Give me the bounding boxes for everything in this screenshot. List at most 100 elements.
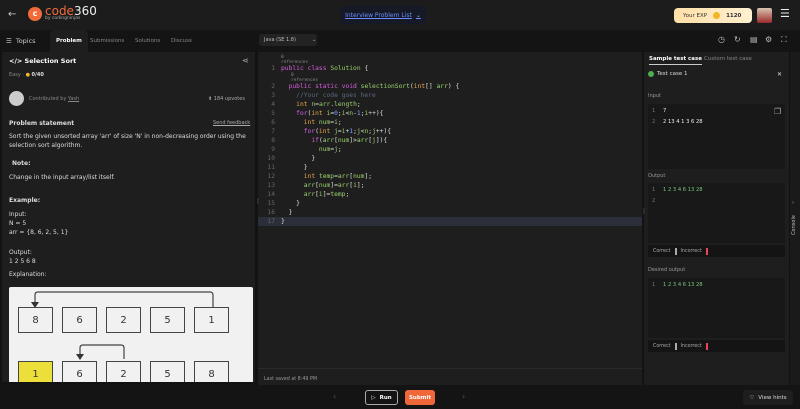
line-number: 7 bbox=[271, 128, 275, 135]
code-line[interactable]: 14 arr[i]=temp; bbox=[258, 190, 642, 199]
tab-solutions[interactable]: Solutions bbox=[135, 30, 160, 52]
tab-custom-test-case[interactable]: Custom test case bbox=[704, 56, 752, 62]
layout-icon[interactable]: ▤ bbox=[750, 35, 758, 44]
tab-problem[interactable]: Problem bbox=[50, 30, 88, 52]
test-panel: Sample test case Custom test case Test c… bbox=[644, 52, 789, 385]
share-icon[interactable]: ⋖ bbox=[242, 56, 249, 65]
array-cell: 8 bbox=[18, 307, 53, 333]
coin-icon bbox=[713, 12, 721, 19]
code-line[interactable]: 7 for(int j=i+1;j<n;j++){ bbox=[258, 127, 642, 136]
fullscreen-icon[interactable]: ⛶ bbox=[781, 35, 787, 45]
run-label: Run bbox=[379, 394, 392, 401]
code-line[interactable]: 3 //Your code goes here bbox=[258, 91, 642, 100]
example-heading: Example: bbox=[9, 197, 41, 204]
note-text: Change in the input array/list itself. bbox=[9, 174, 115, 181]
incorrect-marker bbox=[705, 247, 708, 255]
console-toggle[interactable]: › Console bbox=[790, 52, 800, 385]
send-feedback-link[interactable]: Send feedback bbox=[213, 120, 250, 126]
statement-heading: Problem statement bbox=[9, 120, 75, 127]
test-case-1[interactable]: Test case 1 bbox=[648, 71, 687, 77]
code-line[interactable]: 9 num=j; bbox=[258, 145, 642, 154]
code-text: if(arr[num]>arr[j]){ bbox=[311, 137, 388, 144]
hamburger-menu-icon[interactable]: ☰ bbox=[780, 8, 790, 19]
input-line: 7 bbox=[663, 108, 667, 114]
reset-icon[interactable]: ↻ bbox=[734, 35, 741, 44]
upvote-button[interactable]: ⬆ 184 upvotes bbox=[208, 96, 245, 102]
close-icon[interactable]: ✕ bbox=[777, 71, 782, 78]
lightbulb-icon: ♡ bbox=[749, 394, 755, 401]
tab-sample-test-case[interactable]: Sample test case bbox=[649, 56, 703, 65]
output-diff-legend: Correct Incorrect bbox=[648, 245, 785, 257]
code-line[interactable]: 11 } bbox=[258, 163, 642, 172]
resize-handle[interactable]: ⋮ bbox=[255, 199, 261, 205]
line-number: 12 bbox=[267, 173, 275, 180]
line-number: 1 bbox=[271, 65, 275, 72]
note-heading: Note: bbox=[12, 160, 31, 167]
incorrect-marker bbox=[705, 342, 708, 350]
code-line[interactable]: 5 for(int i=0;i<n-1;i++){ bbox=[258, 109, 642, 118]
code-line[interactable]: 4 int n=arr.length; bbox=[258, 100, 642, 109]
code-line[interactable]: 13 arr[num]=arr[i]; bbox=[258, 181, 642, 190]
play-icon: ▷ bbox=[371, 394, 376, 401]
code-line[interactable]: 1 public class Solution { bbox=[258, 64, 642, 73]
upvote-count: 184 upvotes bbox=[213, 96, 245, 102]
timer-icon[interactable]: ◷ bbox=[718, 35, 725, 44]
input-box[interactable]: 17 22 13 4 1 3 6 28 ❐ bbox=[648, 104, 785, 169]
problem-list-label: Interview Problem List bbox=[345, 11, 412, 19]
line-number: 6 bbox=[271, 119, 275, 126]
interview-problem-list-dropdown[interactable]: Interview Problem List ⌄ bbox=[340, 6, 426, 24]
run-button[interactable]: ▷ Run bbox=[365, 390, 398, 405]
line-number: 16 bbox=[267, 209, 275, 216]
array-cell: 6 bbox=[62, 361, 97, 382]
last-saved-status: Last saved at 8:49 PM bbox=[264, 377, 317, 382]
code-line[interactable]: 2 public static void selectionSort(int[]… bbox=[258, 82, 642, 91]
next-arrow-icon[interactable]: › bbox=[462, 392, 465, 401]
array-cell: 1 bbox=[194, 307, 229, 333]
code-line[interactable]: 17} bbox=[258, 217, 642, 226]
code-text: } bbox=[281, 155, 316, 162]
code-text: } bbox=[281, 200, 300, 207]
tab-submissions[interactable]: Submissions bbox=[90, 30, 124, 52]
previous-arrow-icon[interactable]: ‹ bbox=[333, 392, 336, 401]
statement-line: Sort the given unsorted array 'arr' of s… bbox=[9, 133, 246, 140]
code-editor[interactable]: 0 references 1 public class Solution {0 re… bbox=[258, 52, 642, 385]
code-line[interactable]: 6 int num=i; bbox=[258, 118, 642, 127]
copy-icon[interactable]: ❐ bbox=[774, 107, 781, 116]
settings-gear-icon[interactable]: ⚙ bbox=[765, 35, 772, 44]
line-number: 13 bbox=[267, 182, 275, 189]
view-hints-label: View hints bbox=[758, 394, 787, 401]
code-text: arr[num]=arr[i]; bbox=[303, 182, 365, 189]
code-line[interactable]: 16 } bbox=[258, 208, 642, 217]
view-hints-button[interactable]: ♡ View hints bbox=[743, 390, 793, 405]
code-line[interactable]: 15 } bbox=[258, 199, 642, 208]
code-text: } bbox=[281, 164, 308, 171]
correct-label: Correct bbox=[653, 248, 671, 254]
user-avatar[interactable] bbox=[757, 8, 772, 23]
code-line[interactable]: 12 int temp=arr[num]; bbox=[258, 172, 642, 181]
code-line[interactable]: 10 } bbox=[258, 154, 642, 163]
chevron-right-icon: › bbox=[792, 200, 794, 206]
submit-button[interactable]: Submit bbox=[405, 390, 435, 405]
array-cell: 5 bbox=[150, 307, 185, 333]
code-line[interactable]: 8 if(arr[num]>arr[j]){ bbox=[258, 136, 642, 145]
line-number: 8 bbox=[271, 137, 275, 144]
code-text: //Your code goes here bbox=[281, 92, 376, 99]
code-text: for(int i=0;i<n-1;i++){ bbox=[296, 110, 384, 117]
code-text: } bbox=[281, 218, 285, 225]
tab-discuss[interactable]: Discuss bbox=[171, 30, 192, 52]
language-select[interactable]: Java (SE 1.8) ⌄ bbox=[259, 34, 317, 46]
input-label: Input bbox=[648, 93, 661, 99]
chevron-down-icon: ⌄ bbox=[415, 11, 421, 19]
author-link[interactable]: Yash bbox=[68, 96, 79, 102]
resize-handle[interactable]: ⋮ bbox=[641, 209, 647, 215]
topics-button[interactable]: ☰ Topics bbox=[6, 30, 36, 52]
back-arrow-icon[interactable]: ← bbox=[8, 9, 16, 20]
exp-badge[interactable]: Your EXP 1120 bbox=[674, 8, 752, 23]
upvote-icon: ⬆ bbox=[208, 96, 213, 102]
code-text: } bbox=[281, 209, 293, 216]
desired-output-line: 1 2 3 4 6 13 28 bbox=[663, 282, 703, 288]
output-label: Output bbox=[648, 173, 666, 179]
line-number: 10 bbox=[267, 155, 275, 162]
difficulty: Easy bbox=[9, 72, 21, 78]
logo[interactable]: c code360 by codingninjas bbox=[28, 5, 97, 21]
